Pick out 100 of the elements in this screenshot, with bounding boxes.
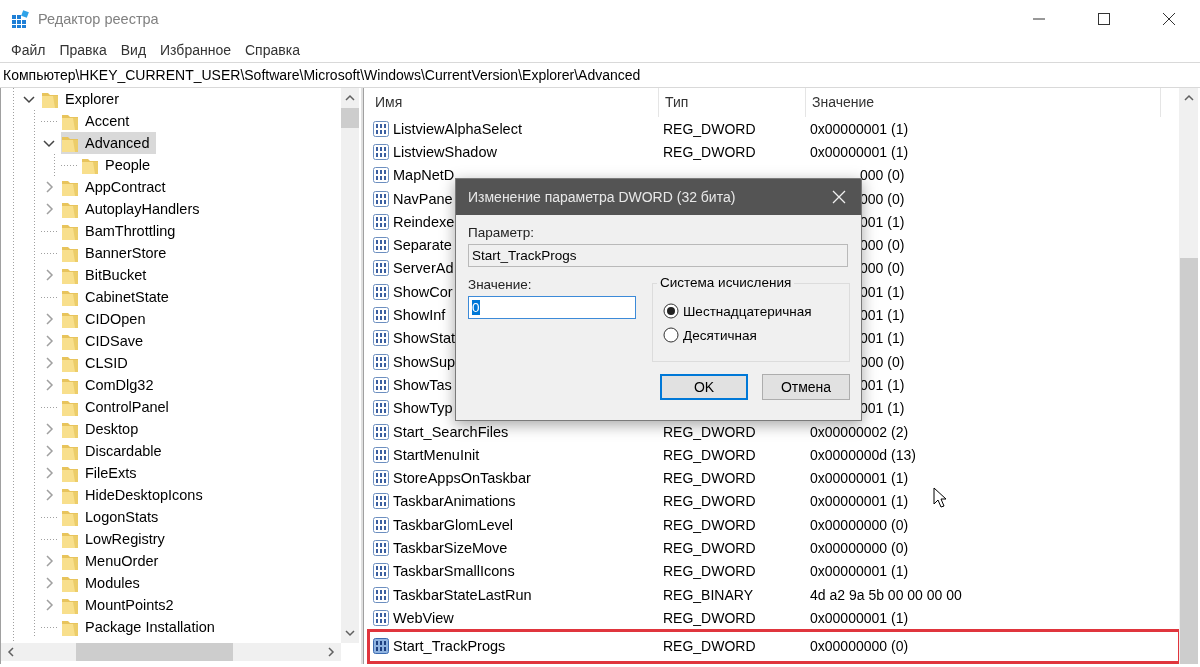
menu-item[interactable]: Справка (238, 42, 307, 58)
value-name[interactable]: StartMenuInit (393, 446, 480, 463)
tree-item[interactable]: Accent (61, 110, 136, 132)
folder-icon (61, 508, 79, 526)
folder-icon (81, 156, 99, 174)
value-name[interactable]: Reindexe (393, 213, 455, 230)
menu-item[interactable]: Вид (113, 42, 154, 58)
close-icon (1162, 13, 1175, 25)
address-field[interactable]: Компьютер\HKEY_CURRENT_USER\Software\Microsoft\Windows\CurrentVersion\Explorer\Advanced (0, 62, 1200, 88)
tree-item[interactable]: People (81, 154, 157, 176)
column-header[interactable]: Значение (806, 88, 1161, 117)
folder-icon (61, 222, 79, 240)
value-name[interactable]: TaskbarAnimations (393, 493, 516, 510)
value-name[interactable]: WebView (393, 609, 454, 626)
tree-item[interactable]: BamThrottling (61, 220, 182, 242)
scrollbar[interactable] (1, 643, 341, 661)
value-name[interactable]: Start_SearchFiles (393, 423, 509, 440)
tree-item[interactable]: Advanced (61, 132, 156, 154)
folder-icon (61, 486, 79, 504)
value-name[interactable]: ListviewAlphaSelect (393, 120, 522, 137)
table-cell-text: REG_DWORD (663, 493, 757, 510)
tree-item[interactable]: LogonStats (61, 506, 165, 528)
folder-icon (61, 442, 79, 460)
tree-item[interactable]: CLSID (61, 352, 134, 374)
table-cell: 0x00000001 (1) (810, 493, 909, 510)
tree-item[interactable]: BitBucket (61, 264, 153, 286)
tree-item[interactable]: Modules (61, 572, 146, 594)
tree-item[interactable]: ComDlg32 (61, 374, 160, 396)
value-name[interactable]: MapNetD (393, 167, 455, 184)
tree-item[interactable]: AppContract (61, 176, 172, 198)
value-name[interactable]: TaskbarGlomLevel (393, 516, 514, 533)
value-name[interactable]: TaskbarSmallIcons (393, 563, 515, 580)
folder-icon (61, 618, 79, 636)
column-header[interactable]: Имя (369, 88, 659, 117)
folder-icon (61, 574, 79, 592)
value-name[interactable]: ShowStat (393, 330, 456, 347)
tree-item[interactable]: AutoplayHandlers (61, 198, 206, 220)
folder-icon (61, 398, 79, 416)
folder-icon (61, 596, 79, 614)
value-name[interactable]: StoreAppsOnTaskbar (393, 470, 531, 487)
scrollbar[interactable] (1179, 88, 1198, 664)
tree-item[interactable]: LowRegistry (61, 528, 171, 550)
table-cell-text: REG_DWORD (663, 516, 757, 533)
tree-item[interactable]: CabinetState (61, 286, 175, 308)
value-name[interactable]: ShowInf (393, 307, 446, 323)
ok-button[interactable]: OK (660, 374, 748, 400)
value-field[interactable]: 0 (468, 296, 636, 319)
tree-item[interactable]: MenuOrder (61, 550, 165, 572)
scrollbar[interactable] (341, 88, 359, 643)
value-name[interactable]: NavPane (393, 190, 453, 207)
tree-item[interactable]: ControlPanel (61, 396, 175, 418)
folder-icon (41, 90, 59, 108)
tree-item[interactable]: Desktop (61, 418, 145, 440)
folder-icon (61, 288, 79, 306)
value-name[interactable]: ServerAd (393, 260, 454, 277)
radio-button[interactable]: Десятичная (663, 323, 849, 347)
folder-icon (61, 178, 79, 196)
value-name[interactable]: ShowTas (393, 376, 452, 393)
table-cell-text: REG_DWORD (663, 540, 757, 556)
scroll-thumb[interactable] (76, 643, 233, 661)
tree-item[interactable]: FileExts (61, 462, 143, 484)
value-name[interactable]: TaskbarSizeMove (393, 540, 508, 556)
column-header[interactable]: Тип (659, 88, 806, 117)
value-name[interactable]: ShowCor (393, 283, 453, 300)
cancel-button[interactable]: Отмена (762, 374, 850, 400)
tree-item[interactable]: CIDSave (61, 330, 150, 352)
value-name[interactable]: ShowSup (393, 353, 456, 370)
menu-item[interactable]: Правка (52, 42, 114, 58)
tree-item[interactable]: MountPoints2 (61, 594, 180, 616)
tree-item[interactable]: BannerStore (61, 242, 173, 264)
table-cell: 0x00000001 (1) (810, 609, 909, 626)
maximize-icon (1097, 13, 1110, 25)
scroll-thumb[interactable] (341, 108, 359, 128)
table-cell: 0x00000000 (0) (810, 516, 909, 533)
folder-icon (61, 464, 79, 482)
table-cell-text: REG_DWORD (663, 470, 757, 487)
table-cell: 000 (0) (860, 167, 905, 184)
value-name[interactable]: Start_TrackProgs (393, 638, 506, 655)
folder-icon (61, 266, 79, 284)
value-name[interactable]: Separate (393, 237, 452, 254)
value-name[interactable]: ShowTyp (393, 400, 453, 417)
tree-item[interactable]: CIDOpen (61, 308, 152, 330)
folder-icon (61, 530, 79, 548)
value-name[interactable]: TaskbarStateLastRun (393, 586, 532, 603)
table-cell: 0x00000001 (1) (810, 470, 909, 487)
tree-item[interactable]: Discardable (61, 440, 168, 462)
tree-item[interactable]: Explorer (41, 88, 125, 110)
menu-item[interactable]: Файл (4, 42, 53, 58)
table-cell-text: REG_DWORD (663, 423, 757, 440)
table-cell: 4d a2 9a 5b 00 00 00 00 (810, 586, 962, 603)
tree-item[interactable]: Package Installation (61, 616, 221, 638)
value-name[interactable]: ListviewShadow (393, 143, 497, 160)
tree-item[interactable]: HideDesktopIcons (61, 484, 209, 506)
radio-button[interactable]: Шестнадцатеричная (663, 299, 849, 323)
app-icon (11, 10, 29, 28)
table-cell-text: REG_DWORD (663, 563, 757, 580)
menu-item[interactable]: Избранное (153, 42, 238, 58)
table-cell: 0x00000001 (1) (810, 143, 909, 160)
scroll-thumb[interactable] (1179, 258, 1198, 664)
name-field[interactable]: Start_TrackProgs (468, 244, 848, 267)
